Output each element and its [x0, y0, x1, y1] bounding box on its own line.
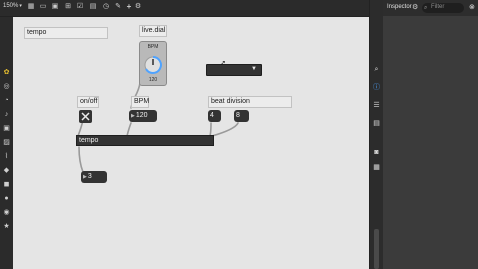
search-icon: ⌕: [424, 5, 428, 11]
bpm-value: 120: [135, 112, 148, 119]
info-icon[interactable]: ⓘ: [372, 83, 381, 92]
triangle-right-icon: ▶: [131, 113, 135, 119]
audio-icon[interactable]: ◉: [2, 208, 11, 217]
search-icon[interactable]: ⌕: [372, 65, 381, 74]
image-icon[interactable]: ▨: [2, 138, 11, 147]
cord-tempo-to-output: [78, 146, 84, 173]
comment-live-dial[interactable]: live.dial: [139, 25, 167, 37]
right-sidebar: ⌕ ⓘ ☰ ▤ ◙ ▦: [369, 0, 383, 269]
star-icon[interactable]: ★: [2, 222, 11, 231]
zoom-level: 150%: [3, 3, 19, 9]
new-object-icon[interactable]: ▭: [39, 3, 47, 11]
inspector-title: Inspector: [387, 4, 412, 10]
dial-icon[interactable]: ◔: [2, 96, 11, 105]
grid-layout-icon[interactable]: ▦: [372, 163, 381, 172]
message-icon[interactable]: ⊞: [64, 3, 72, 11]
gear-icon[interactable]: ⚙: [412, 3, 418, 11]
note-icon[interactable]: ♪: [2, 110, 11, 119]
output-value: 3: [87, 173, 92, 180]
chevron-down-icon: ▾: [19, 3, 22, 9]
filter-placeholder: Filter: [431, 4, 445, 10]
filter-input[interactable]: ⌕ Filter: [422, 3, 464, 13]
object-tempo[interactable]: tempo: [76, 135, 214, 146]
close-icon: [81, 112, 90, 121]
comment-bpm[interactable]: BPM: [131, 96, 149, 108]
target-icon[interactable]: ◎: [2, 82, 11, 91]
dial-value: 120: [148, 77, 158, 83]
number-box-output[interactable]: ▶3: [81, 171, 107, 183]
palette-icon[interactable]: ✿: [2, 68, 11, 77]
left-sidebar: ✿ ◎ ◔ ♪ ▣ ▨ ⌇ ◆ ◼ ● ◉ ★: [0, 17, 13, 269]
comment-tempo[interactable]: tempo: [24, 27, 108, 39]
bracket-dark-icon[interactable]: ◼: [2, 180, 11, 189]
toggle-onoff[interactable]: [79, 110, 92, 123]
camera-icon[interactable]: ◙: [372, 148, 381, 157]
debug-icon[interactable]: ⚙: [134, 3, 142, 11]
circle-icon[interactable]: ●: [2, 194, 11, 203]
patcher-toolbar: 150%▾ ▦ ▭ ▣ ⊞ ☑ ▤ ◷ ✎ + ⚙: [0, 0, 369, 17]
bracket-icon[interactable]: ▣: [2, 124, 11, 133]
inlet-icon[interactable]: ☑: [76, 3, 84, 11]
annotate-icon[interactable]: ✎: [114, 3, 122, 11]
zoom-menu[interactable]: 150%▾: [3, 3, 22, 9]
number-box-bpm[interactable]: ▶120: [129, 110, 157, 122]
scrollbar-thumb[interactable]: [374, 229, 379, 269]
message-div-8[interactable]: 8: [234, 110, 249, 122]
comment-onoff[interactable]: on/off: [77, 96, 99, 108]
list-icon[interactable]: ☰: [372, 101, 381, 110]
dropdown-arrow-icon: ▼: [251, 66, 257, 72]
grid-icon[interactable]: ▦: [27, 3, 35, 11]
shape-icon[interactable]: ◆: [2, 166, 11, 175]
div-8-value: 8: [236, 112, 240, 119]
patch-canvas[interactable]: tempo live.dial BPM 120 ▼ ➚ on/off BPM b…: [13, 17, 369, 269]
message-div-4[interactable]: 4: [208, 110, 221, 122]
live-dial[interactable]: BPM 120: [139, 41, 167, 86]
inspector-header: Inspector ⚙ ⌕ Filter ⊗: [383, 0, 478, 16]
present-icon[interactable]: ▤: [89, 3, 97, 11]
triangle-right-icon: ▶: [83, 174, 87, 180]
comment-icon[interactable]: ▣: [51, 3, 59, 11]
dropdown-menu[interactable]: ▼: [206, 64, 262, 76]
plus-icon[interactable]: +: [125, 3, 133, 11]
layers-icon[interactable]: ▤: [372, 119, 381, 128]
mouse-cursor-icon: ➚: [220, 60, 226, 67]
close-icon[interactable]: ⊗: [469, 3, 475, 11]
comment-beat-division[interactable]: beat division: [208, 96, 292, 108]
cord-div8-to-tempo: [211, 122, 239, 137]
dial-knob[interactable]: [140, 52, 166, 78]
inspector-panel: Inspector ⚙ ⌕ Filter ⊗: [383, 0, 478, 269]
div-4-value: 4: [210, 112, 214, 119]
clock-icon[interactable]: ◷: [102, 3, 110, 11]
cable-icon[interactable]: ⌇: [2, 152, 11, 161]
dial-label: BPM: [147, 44, 159, 50]
